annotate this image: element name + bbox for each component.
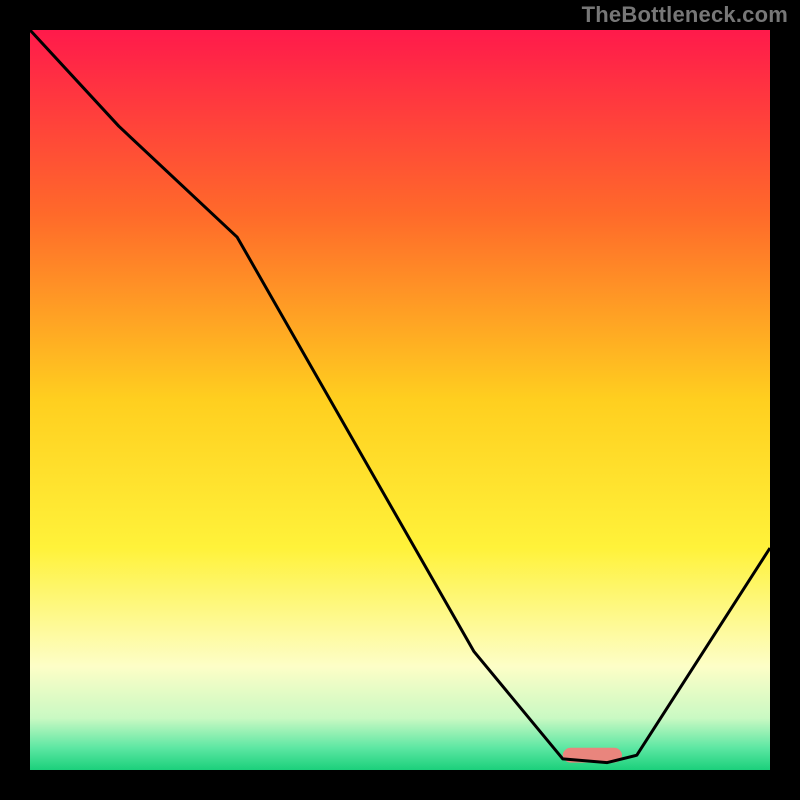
watermark-label: TheBottleneck.com (582, 2, 788, 28)
chart-frame: TheBottleneck.com (0, 0, 800, 800)
plot-background (30, 30, 770, 770)
bottleneck-chart (0, 0, 800, 800)
